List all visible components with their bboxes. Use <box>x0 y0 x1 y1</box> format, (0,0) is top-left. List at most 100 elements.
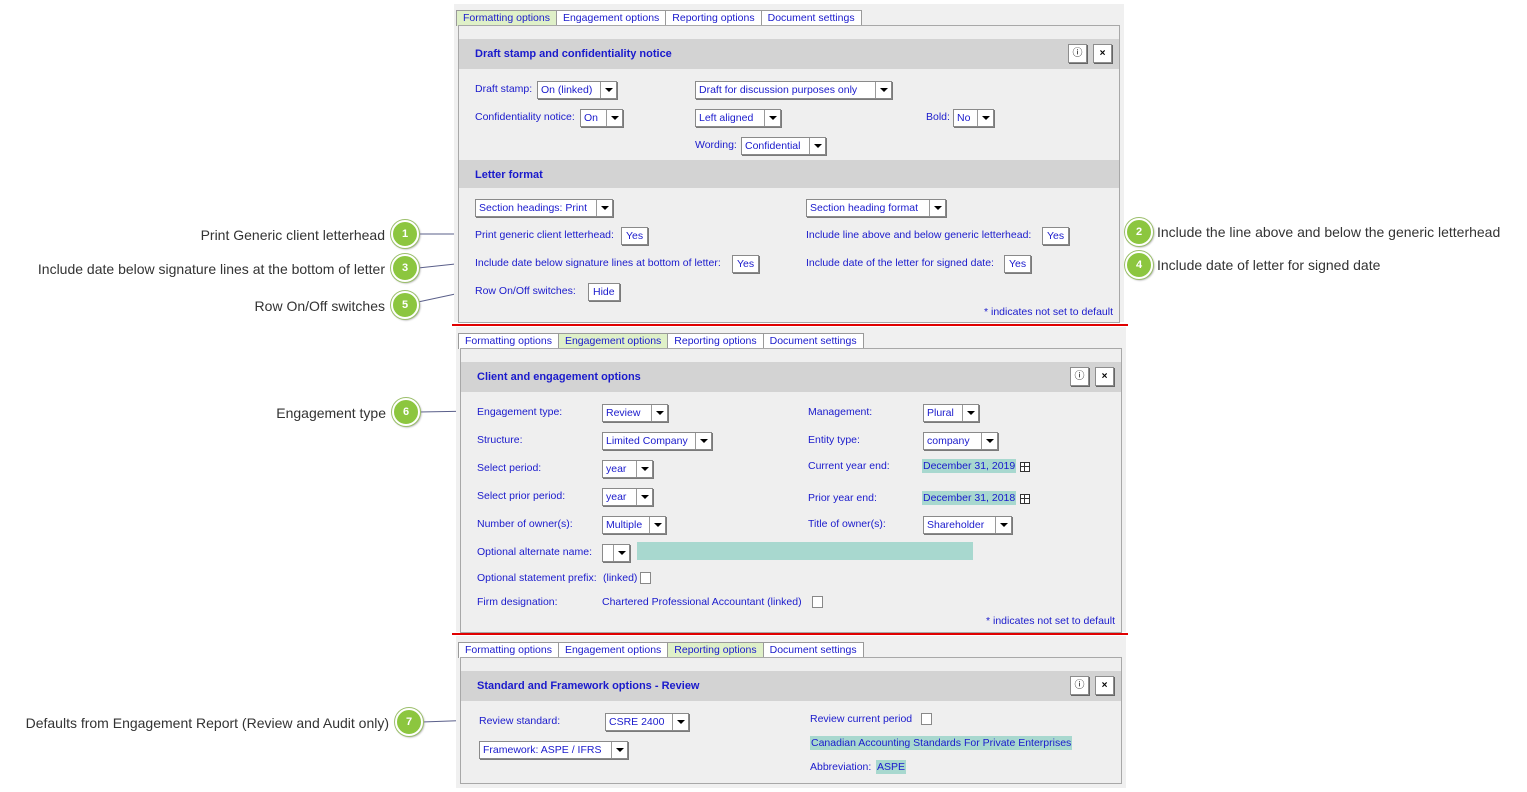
dropdown-value: Multiple <box>606 519 643 531</box>
alt-name-input[interactable] <box>637 542 973 560</box>
date-signed-label: Include date of the letter for signed da… <box>806 257 994 269</box>
date-below-signature-label: Include date below signature lines at bo… <box>475 257 721 269</box>
prior-year-end-field[interactable]: December 31, 2018 <box>922 491 1017 505</box>
tab-document-settings[interactable]: Document settings <box>762 642 864 658</box>
formatting-panel: Draft stamp and confidentiality notice ⓘ… <box>458 25 1120 323</box>
alt-name-dropdown[interactable] <box>602 544 630 562</box>
callout-badge-1: 1 <box>391 220 419 248</box>
chevron-down-icon <box>695 433 711 449</box>
draft-stamp-section-header: Draft stamp and confidentiality notice ⓘ… <box>459 39 1119 69</box>
bold-label: Bold: <box>926 111 950 123</box>
tab-formatting-options[interactable]: Formatting options <box>458 333 559 349</box>
tab-formatting-options[interactable]: Formatting options <box>458 642 559 658</box>
draft-text-dropdown[interactable]: Draft for discussion purposes only <box>695 81 892 99</box>
date-signed-button[interactable]: Yes <box>1004 255 1032 273</box>
reporting-panel: Standard and Framework options - Review … <box>460 657 1122 784</box>
firm-designation-value[interactable]: Chartered Professional Accountant (linke… <box>602 596 802 608</box>
draft-stamp-label: Draft stamp: <box>475 83 533 95</box>
statement-prefix-label: Optional statement prefix: <box>477 572 597 584</box>
dropdown-value: CSRE 2400 <box>609 716 665 728</box>
dropdown-value: Draft for discussion purposes only <box>699 84 858 96</box>
entity-type-label: Entity type: <box>808 434 860 446</box>
firm-designation-label: Firm designation: <box>477 596 558 608</box>
bold-dropdown[interactable]: No <box>953 109 994 127</box>
tab-formatting-options[interactable]: Formatting options <box>456 10 557 26</box>
standard-framework-section-header: Standard and Framework options - Review … <box>461 671 1121 701</box>
info-icon[interactable]: ⓘ <box>1070 676 1089 695</box>
chevron-down-icon <box>764 110 780 126</box>
info-icon[interactable]: ⓘ <box>1068 44 1087 63</box>
section-heading-format-dropdown[interactable]: Section heading format <box>806 199 946 217</box>
formatting-options-window: Formatting options Engagement options Re… <box>454 4 1124 323</box>
engagement-type-dropdown[interactable]: Review <box>602 404 668 422</box>
select-prior-period-dropdown[interactable]: year <box>602 488 653 506</box>
dropdown-value: Limited Company <box>606 435 688 447</box>
dropdown-value: On (linked) <box>541 84 593 96</box>
dropdown-value: Left aligned <box>699 112 754 124</box>
draft-stamp-dropdown[interactable]: On (linked) <box>537 81 617 99</box>
line-letterhead-label: Include line above and below generic let… <box>806 229 1032 241</box>
alignment-dropdown[interactable]: Left aligned <box>695 109 781 127</box>
dropdown-value: No <box>957 112 971 124</box>
dropdown-value: Section heading format <box>810 202 918 214</box>
chevron-down-icon <box>636 489 652 505</box>
tab-document-settings[interactable]: Document settings <box>760 10 862 26</box>
dropdown-value: year <box>606 463 627 475</box>
print-letterhead-label: Print generic client letterhead: <box>475 229 614 241</box>
management-dropdown[interactable]: Plural <box>923 404 979 422</box>
calendar-icon[interactable] <box>1020 494 1030 504</box>
tab-engagement-options[interactable]: Engagement options <box>557 642 669 658</box>
date-below-signature-button[interactable]: Yes <box>732 255 760 273</box>
calendar-icon[interactable] <box>1020 462 1030 472</box>
chevron-down-icon <box>875 82 891 98</box>
review-period-value[interactable]: Review current period <box>810 713 912 725</box>
callout-badge-2: 2 <box>1125 218 1153 246</box>
row-switches-button[interactable]: Hide <box>588 283 620 301</box>
close-icon[interactable]: × <box>1095 367 1114 386</box>
tab-engagement-options[interactable]: Engagement options <box>555 10 667 26</box>
structure-label: Structure: <box>477 434 523 446</box>
select-prior-period-label: Select prior period: <box>477 490 566 502</box>
print-letterhead-button[interactable]: Yes <box>621 227 649 245</box>
select-period-dropdown[interactable]: year <box>602 460 653 478</box>
prior-year-end-label: Prior year end: <box>808 492 877 504</box>
current-year-end-label: Current year end: <box>808 460 890 472</box>
confidentiality-notice-dropdown[interactable]: On <box>580 109 623 127</box>
chevron-down-icon[interactable] <box>921 713 932 725</box>
tab-reporting-options[interactable]: Reporting options <box>667 642 764 658</box>
abbreviation-field[interactable]: ASPE <box>876 760 907 774</box>
section-headings-dropdown[interactable]: Section headings: Print <box>475 199 613 217</box>
framework-name-field[interactable]: Canadian Accounting Standards For Privat… <box>810 736 1073 750</box>
structure-dropdown[interactable]: Limited Company <box>602 432 712 450</box>
letter-format-section-header: Letter format <box>459 160 1119 188</box>
callout-text-1: Print Generic client letterhead <box>200 227 385 243</box>
chevron-down-icon <box>636 461 652 477</box>
tab-engagement-options[interactable]: Engagement options <box>557 333 669 349</box>
engagement-panel: Client and engagement options ⓘ × Engage… <box>460 348 1122 633</box>
owner-title-label: Title of owner(s): <box>808 518 886 530</box>
entity-type-dropdown[interactable]: company <box>923 432 998 450</box>
chevron-down-icon[interactable] <box>640 572 651 584</box>
tab-document-settings[interactable]: Document settings <box>762 333 864 349</box>
dropdown-value: Shareholder <box>927 519 985 531</box>
close-icon[interactable]: × <box>1093 44 1112 63</box>
owners-dropdown[interactable]: Multiple <box>602 516 666 534</box>
tab-reporting-options[interactable]: Reporting options <box>667 333 764 349</box>
chevron-down-icon[interactable] <box>812 596 823 608</box>
current-year-end-field[interactable]: December 31, 2019 <box>922 459 1017 473</box>
dropdown-value: Confidential <box>745 140 801 152</box>
review-standard-dropdown[interactable]: CSRE 2400 <box>605 713 689 731</box>
info-icon[interactable]: ⓘ <box>1070 367 1089 386</box>
framework-dropdown[interactable]: Framework: ASPE / IFRS <box>479 741 628 759</box>
close-icon[interactable]: × <box>1095 676 1114 695</box>
callout-badge-4: 4 <box>1125 251 1153 279</box>
line-letterhead-button[interactable]: Yes <box>1042 227 1070 245</box>
row-switches-label: Row On/Off switches: <box>475 285 576 297</box>
client-engagement-section-header: Client and engagement options ⓘ × <box>461 362 1121 392</box>
wording-dropdown[interactable]: Confidential <box>741 137 826 155</box>
confidentiality-notice-label: Confidentiality notice: <box>475 111 575 123</box>
tab-reporting-options[interactable]: Reporting options <box>665 10 762 26</box>
owner-title-dropdown[interactable]: Shareholder <box>923 516 1012 534</box>
chevron-down-icon <box>981 433 997 449</box>
statement-prefix-value[interactable]: (linked) <box>603 572 637 584</box>
